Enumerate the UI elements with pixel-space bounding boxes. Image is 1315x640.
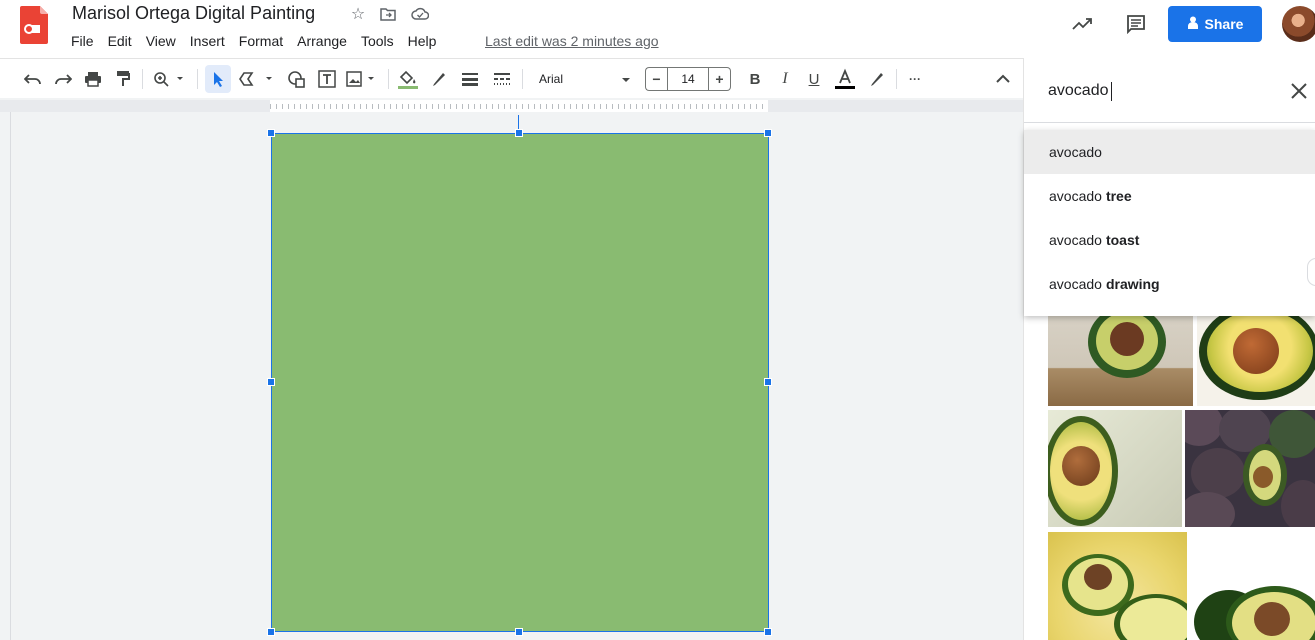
resize-handle-top-left[interactable] bbox=[267, 129, 275, 137]
suggestion-completion: drawing bbox=[1105, 276, 1160, 292]
suggestion-completion: toast bbox=[1105, 232, 1140, 248]
close-icon[interactable] bbox=[1287, 79, 1311, 103]
resize-handle-top-right[interactable] bbox=[764, 129, 772, 137]
avocado-image-3[interactable] bbox=[1048, 410, 1182, 527]
document-title[interactable]: Marisol Ortega Digital Painting bbox=[72, 3, 315, 24]
font-select[interactable]: Arial bbox=[533, 67, 637, 91]
avocado-image-5[interactable] bbox=[1048, 532, 1187, 640]
suggestion-item[interactable]: avocado drawing bbox=[1024, 262, 1315, 306]
border-dash-icon[interactable] bbox=[490, 59, 514, 99]
menu-edit[interactable]: Edit bbox=[101, 31, 139, 51]
suggestion-item[interactable]: avocado toast bbox=[1024, 218, 1315, 262]
ruler-margin bbox=[0, 100, 270, 112]
more-options-button[interactable]: ··· bbox=[904, 59, 926, 99]
suggestion-completion: tree bbox=[1105, 188, 1132, 204]
last-edit-link[interactable]: Last edit was 2 minutes ago bbox=[485, 33, 659, 49]
resize-handle-bottom-left[interactable] bbox=[267, 628, 275, 636]
menu-help[interactable]: Help bbox=[401, 31, 444, 51]
undo-icon[interactable] bbox=[22, 59, 44, 99]
resize-handle-right[interactable] bbox=[764, 378, 772, 386]
toolbar-divider bbox=[522, 69, 523, 89]
toolbar-divider bbox=[142, 69, 143, 89]
suggestion-text: avocado bbox=[1049, 144, 1102, 160]
line-tool-icon[interactable] bbox=[236, 59, 278, 99]
menu-file[interactable]: File bbox=[64, 31, 101, 51]
suggestion-text: avocado bbox=[1049, 276, 1102, 292]
suggestion-text: avocado bbox=[1049, 188, 1102, 204]
resize-handle-top[interactable] bbox=[515, 129, 523, 137]
move-folder-icon[interactable] bbox=[378, 4, 398, 24]
horizontal-ruler[interactable] bbox=[270, 100, 768, 112]
search-suggestions: avocado avocado tree avocado toast avoca… bbox=[1024, 130, 1315, 316]
search-divider bbox=[1024, 122, 1315, 123]
italic-button[interactable]: I bbox=[774, 59, 796, 99]
resize-handle-left[interactable] bbox=[267, 378, 275, 386]
avatar[interactable] bbox=[1282, 6, 1315, 42]
font-size-increase-button[interactable]: + bbox=[709, 67, 731, 91]
ruler-margin bbox=[768, 100, 1023, 112]
scroll-button[interactable] bbox=[1307, 258, 1315, 286]
toolbar: Arial − 14 + B I U ··· bbox=[0, 58, 1023, 98]
menu-tools[interactable]: Tools bbox=[354, 31, 401, 51]
menu-bar: File Edit View Insert Format Arrange Too… bbox=[64, 31, 443, 51]
redo-icon[interactable] bbox=[52, 59, 74, 99]
highlight-color-icon[interactable] bbox=[866, 59, 888, 99]
toolbar-divider bbox=[896, 69, 897, 89]
text-cursor bbox=[1111, 82, 1112, 101]
image-search-input[interactable] bbox=[1048, 80, 1278, 102]
share-button[interactable]: Share bbox=[1168, 6, 1262, 42]
menu-view[interactable]: View bbox=[139, 31, 183, 51]
font-name: Arial bbox=[539, 72, 564, 86]
menu-arrange[interactable]: Arrange bbox=[290, 31, 354, 51]
menu-insert[interactable]: Insert bbox=[183, 31, 232, 51]
share-label: Share bbox=[1204, 16, 1244, 32]
select-tool-icon[interactable] bbox=[205, 65, 231, 93]
border-weight-icon[interactable] bbox=[458, 59, 482, 99]
bold-button[interactable]: B bbox=[744, 59, 766, 99]
canvas-edge bbox=[10, 112, 11, 640]
resize-handle-bottom-right[interactable] bbox=[764, 628, 772, 636]
toolbar-divider bbox=[388, 69, 389, 89]
toolbar-divider bbox=[197, 69, 198, 89]
suggestion-text: avocado bbox=[1049, 232, 1102, 248]
font-size-decrease-button[interactable]: − bbox=[645, 67, 667, 91]
image-insert-icon[interactable] bbox=[345, 59, 381, 99]
avocado-image-2[interactable] bbox=[1197, 310, 1315, 406]
caret-down-icon bbox=[621, 72, 631, 86]
suggestion-item[interactable]: avocado bbox=[1024, 130, 1315, 174]
avocado-image-6[interactable] bbox=[1190, 532, 1315, 640]
print-icon[interactable] bbox=[82, 59, 104, 99]
resize-handle-bottom[interactable] bbox=[515, 628, 523, 636]
collapse-toolbar-icon[interactable] bbox=[992, 59, 1014, 99]
slides-logo-icon[interactable] bbox=[20, 6, 48, 44]
avocado-image-4[interactable] bbox=[1185, 410, 1315, 527]
cloud-status-icon[interactable] bbox=[410, 4, 430, 24]
fill-color-icon[interactable] bbox=[396, 59, 420, 99]
text-box-icon[interactable] bbox=[315, 59, 339, 99]
lock-icon bbox=[1187, 16, 1199, 33]
underline-button[interactable]: U bbox=[803, 59, 825, 99]
font-size-input[interactable]: 14 bbox=[667, 67, 709, 91]
activity-trend-icon[interactable] bbox=[1071, 12, 1095, 36]
paint-format-icon[interactable] bbox=[112, 59, 134, 99]
star-icon[interactable]: ☆ bbox=[348, 4, 368, 24]
green-rectangle-shape[interactable] bbox=[271, 133, 769, 632]
comments-icon[interactable] bbox=[1124, 12, 1148, 36]
avocado-image-1[interactable] bbox=[1048, 310, 1193, 406]
menu-format[interactable]: Format bbox=[232, 31, 290, 51]
zoom-icon[interactable] bbox=[150, 59, 190, 99]
shape-tool-icon[interactable] bbox=[285, 59, 309, 99]
border-color-icon[interactable] bbox=[428, 59, 450, 99]
text-color-icon[interactable] bbox=[832, 59, 858, 99]
suggestion-item[interactable]: avocado tree bbox=[1024, 174, 1315, 218]
